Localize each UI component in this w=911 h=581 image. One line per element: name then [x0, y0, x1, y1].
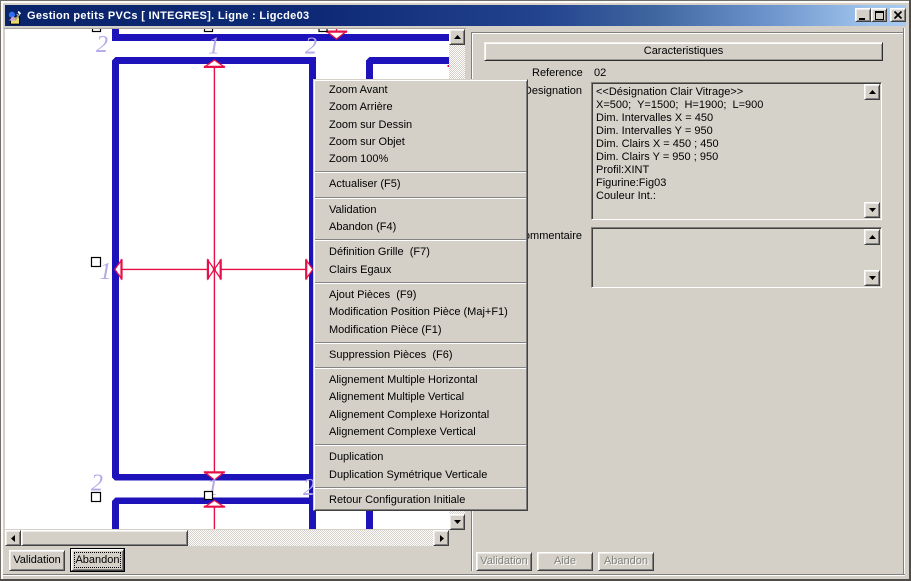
svg-text:1: 1: [100, 259, 112, 285]
svg-text:1: 1: [208, 34, 220, 60]
svg-text:2: 2: [305, 34, 317, 60]
svg-text:2: 2: [96, 32, 108, 58]
